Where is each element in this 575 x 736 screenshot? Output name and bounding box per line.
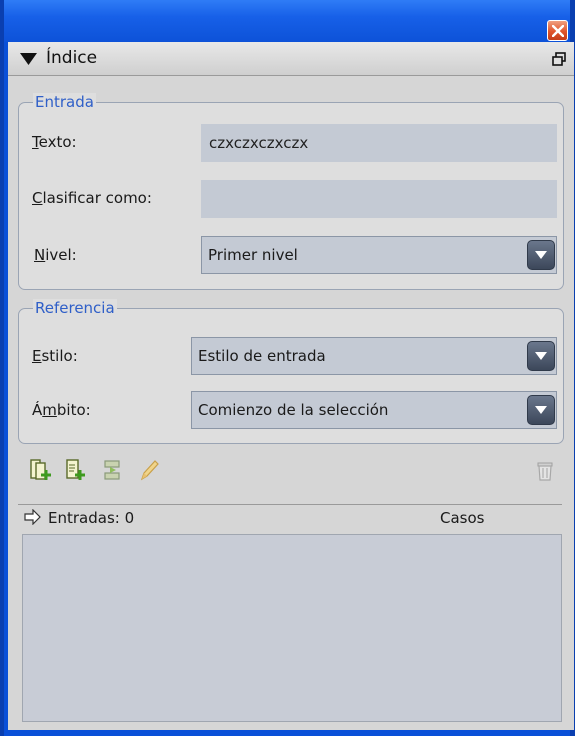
cases-column-header[interactable]: Casos [440,509,484,527]
chevron-down-icon [535,251,547,259]
text-field[interactable]: czxczxczxczx [201,124,557,162]
index-panel: Índice Entrada Texto: czxczxczxczx Clasi… [8,42,574,730]
text-label: Texto: [32,133,77,151]
style-label: Estilo: [32,347,78,365]
close-icon [552,25,564,37]
scope-dropdown-button[interactable] [527,395,555,425]
panel-window: Índice Entrada Texto: czxczxczxczx Clasi… [0,0,575,736]
reference-group-legend: Referencia [33,299,117,317]
chevron-down-icon [535,352,547,360]
title-bar[interactable] [4,0,570,42]
entry-group: Entrada Texto: czxczxczxczx Clasificar c… [18,93,564,290]
style-dropdown-button[interactable] [527,341,555,371]
level-select[interactable]: Primer nivel [201,236,557,274]
triangle-down-icon[interactable] [20,52,37,66]
entry-group-legend: Entrada [33,93,96,111]
scope-select-value: Comienzo de la selección [198,401,389,419]
level-label: Nivel: [34,246,77,264]
go-to-reference-icon[interactable] [102,458,124,482]
sort-as-label: Clasificar como: [32,189,152,207]
entries-list-header: Entradas: 0 Casos [18,504,562,534]
style-select-value: Estilo de entrada [198,347,326,365]
new-page-reference-icon[interactable] [64,458,86,482]
arrow-right-icon[interactable] [24,509,42,525]
pencil-icon[interactable] [138,458,160,482]
trash-icon[interactable] [534,458,556,482]
scope-select[interactable]: Comienzo de la selección [191,391,557,429]
reference-group: Referencia Estilo: Estilo de entrada Ámb… [18,299,564,444]
panel-title: Índice [46,48,98,68]
entries-list[interactable] [22,534,562,722]
sort-as-field[interactable] [201,180,557,218]
level-dropdown-button[interactable] [527,240,555,270]
entries-count-label: Entradas: 0 [48,509,135,527]
close-button[interactable] [547,20,568,41]
style-select[interactable]: Estilo de entrada [191,337,557,375]
detach-panel-icon[interactable] [552,52,566,66]
chevron-down-icon [535,406,547,414]
level-select-value: Primer nivel [208,246,298,264]
scope-label: Ámbito: [32,401,91,419]
new-entry-icon[interactable] [30,458,52,482]
panel-header[interactable]: Índice [8,42,574,76]
